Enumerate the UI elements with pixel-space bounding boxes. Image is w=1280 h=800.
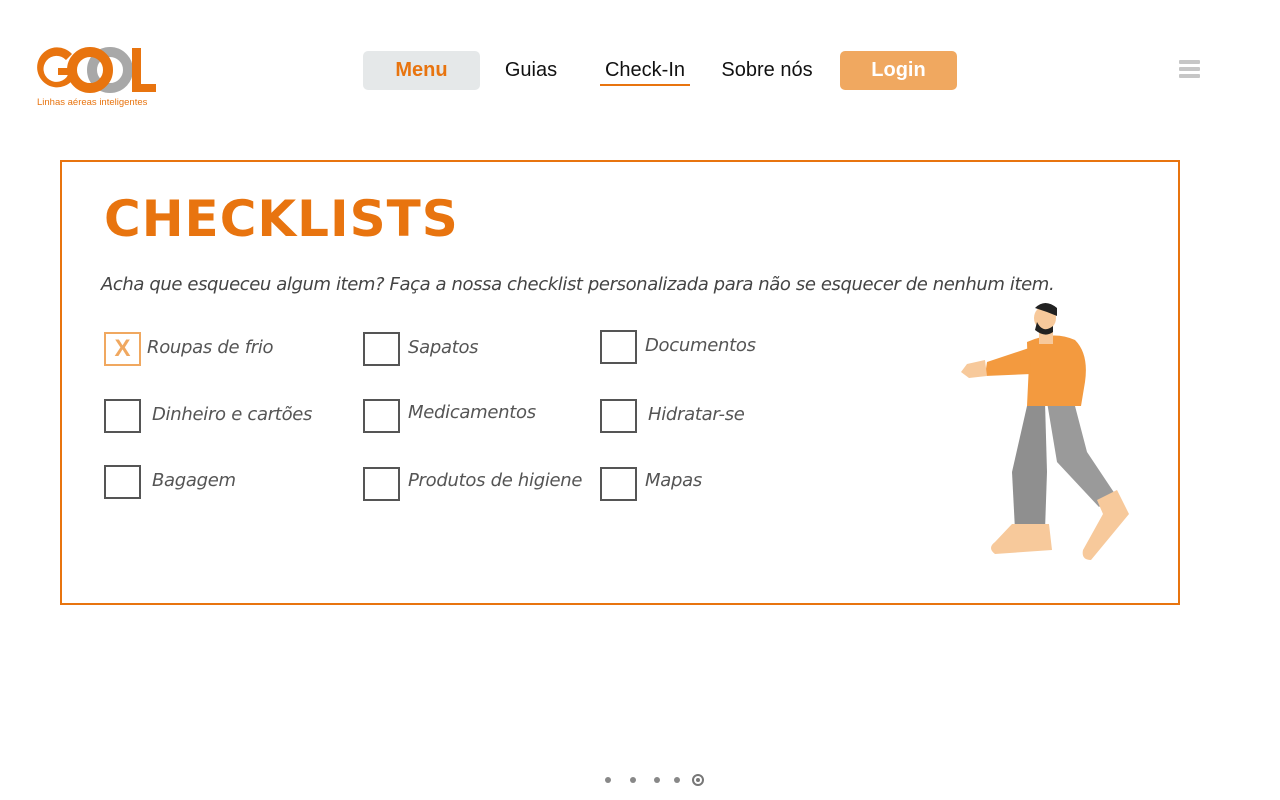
checklist-item-label: Documentos [645, 335, 756, 356]
checklist-item-label: Produtos de higiene [408, 470, 583, 491]
checklist-card: CHECKLISTS Acha que esqueceu algum item?… [60, 160, 1180, 605]
pager-dot-5-active[interactable] [692, 774, 704, 786]
login-button[interactable]: Login [840, 51, 957, 90]
checklist-item-label: Mapas [645, 470, 702, 491]
pager-dot-3[interactable] [654, 777, 660, 783]
pager-dot-1[interactable] [605, 777, 611, 783]
checklist-title: CHECKLISTS [104, 190, 459, 248]
checkbox[interactable] [363, 399, 400, 433]
checklist-subtitle: Acha que esqueceu algum item? Faça a nos… [101, 274, 1055, 295]
gool-logo[interactable]: Linhas aéreas inteligentes [32, 40, 162, 112]
logo-tagline: Linhas aéreas inteligentes [37, 97, 148, 108]
carousel-pagination [600, 772, 710, 788]
checklist-item-label: Sapatos [408, 337, 479, 358]
active-nav-underline [600, 84, 690, 86]
nav-menu-button[interactable]: Menu [363, 51, 480, 90]
checkbox[interactable] [363, 332, 400, 366]
pager-dot-2[interactable] [630, 777, 636, 783]
checkbox[interactable] [363, 467, 400, 501]
checkbox-x-mark: X [114, 335, 131, 362]
logo-mark [37, 47, 156, 93]
pager-dot-4[interactable] [674, 777, 680, 783]
checklist-item-label: Bagagem [152, 470, 236, 491]
checkbox[interactable] [600, 467, 637, 501]
checkbox[interactable] [600, 399, 637, 433]
checkbox[interactable] [104, 399, 141, 433]
nav-sobre-link[interactable]: Sobre nós [712, 51, 822, 90]
nav-guias-link[interactable]: Guias [494, 51, 568, 90]
hamburger-icon[interactable] [1179, 60, 1200, 80]
checklist-item-label: Roupas de frio [147, 337, 274, 358]
checklist-item-label: Hidratar-se [648, 404, 745, 425]
checkbox[interactable] [600, 330, 637, 364]
checkbox-checked[interactable]: X [104, 332, 141, 366]
checklist-item-label: Dinheiro e cartões [152, 404, 313, 425]
checkbox[interactable] [104, 465, 141, 499]
checklist-item-label: Medicamentos [408, 402, 536, 423]
man-walking-illustration [961, 303, 1129, 560]
